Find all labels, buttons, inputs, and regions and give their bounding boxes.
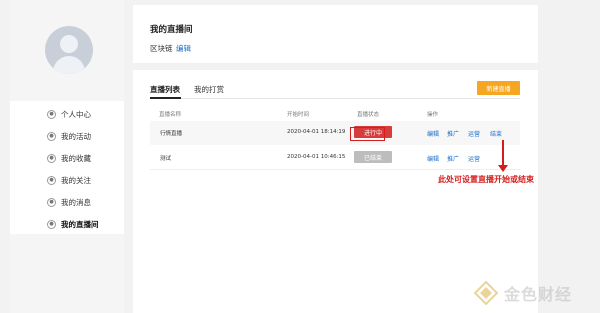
sidebar-item-activities[interactable]: ● 我的活动: [10, 126, 124, 147]
column-header-start-time: 开始时间: [287, 112, 310, 118]
avatar-head-shape: [60, 35, 78, 53]
sidebar-item-profile[interactable]: ● 个人中心: [10, 104, 124, 125]
sidebar-item-label: 我的收藏: [61, 154, 91, 163]
edit-link[interactable]: 编辑: [427, 129, 439, 138]
sidebar-item-label: 我的关注: [61, 176, 91, 185]
sidebar: ● 个人中心 ● 我的活动 ● 我的收藏 ● 我的关注 ● 我的消息 ● 我的直…: [10, 0, 124, 313]
live-name-cell: 测试: [160, 156, 172, 162]
edit-link[interactable]: 编辑: [427, 154, 439, 163]
new-live-button[interactable]: 新建直播: [477, 81, 520, 95]
operate-link[interactable]: 运营: [468, 129, 480, 138]
annotation-arrow-line: [502, 140, 504, 167]
end-live-link[interactable]: 结束: [490, 129, 502, 138]
sidebar-item-live-room[interactable]: ● 我的直播间: [10, 214, 124, 235]
category-label: 区块链: [150, 44, 173, 53]
sidebar-item-favorites[interactable]: ● 我的收藏: [10, 148, 124, 169]
star-icon: ●: [47, 154, 56, 163]
message-icon: ●: [47, 198, 56, 207]
edit-category-link[interactable]: 编辑: [176, 43, 191, 54]
avatar[interactable]: [45, 26, 93, 74]
start-time-cell: 2020-04-01 18:14:19: [287, 129, 346, 135]
tab-divider: [150, 98, 520, 99]
live-room-header-panel: 我的直播间 区块链 编辑: [133, 5, 538, 63]
user-icon: ●: [47, 110, 56, 119]
tab-my-tips[interactable]: 我的打赏: [194, 84, 224, 95]
live-name-cell: 行情直播: [160, 131, 183, 137]
highlight-box: [350, 127, 385, 141]
sidebar-item-label: 个人中心: [61, 110, 91, 119]
column-header-name: 直播名称: [159, 112, 182, 118]
sidebar-item-label: 我的消息: [61, 198, 91, 207]
watermark: 金色财经: [473, 280, 573, 306]
table-row: 测试 2020-04-01 10:46:15 已结束 编辑 推广 运营: [150, 146, 520, 170]
active-tab-indicator: [150, 97, 181, 99]
sidebar-item-messages[interactable]: ● 我的消息: [10, 192, 124, 213]
live-icon: ●: [47, 220, 56, 229]
sidebar-item-label: 我的活动: [61, 132, 91, 141]
avatar-card: [10, 0, 124, 86]
annotation-text: 此处可设置直播开始或结束: [438, 175, 534, 184]
page-title: 我的直播间: [150, 25, 193, 35]
follow-icon: ●: [47, 176, 56, 185]
column-header-actions: 操作: [427, 112, 439, 118]
promote-link[interactable]: 推广: [447, 129, 459, 138]
operate-link[interactable]: 运营: [468, 154, 480, 163]
table-row: 行情直播 2020-04-01 18:14:19 进行中 编辑 推广 运营 结束: [150, 121, 520, 145]
tab-live-list[interactable]: 直播列表: [150, 84, 180, 95]
promote-link[interactable]: 推广: [447, 154, 459, 163]
sidebar-item-label: 我的直播间: [61, 220, 99, 229]
watermark-text: 金色财经: [504, 285, 573, 304]
sidebar-menu: ● 个人中心 ● 我的活动 ● 我的收藏 ● 我的关注 ● 我的消息 ● 我的直…: [10, 101, 124, 234]
activity-icon: ●: [47, 132, 56, 141]
live-list-panel: 直播列表 我的打赏 新建直播 直播名称 开始时间 直播状态 操作 行情直播 20…: [133, 70, 538, 313]
column-header-status: 直播状态: [357, 112, 380, 118]
watermark-logo-icon: [473, 280, 499, 306]
avatar-body-shape: [53, 56, 85, 74]
status-badge: 已结束: [354, 151, 392, 163]
sidebar-item-following[interactable]: ● 我的关注: [10, 170, 124, 191]
arrow-down-icon: [498, 165, 508, 172]
start-time-cell: 2020-04-01 10:46:15: [287, 154, 346, 160]
